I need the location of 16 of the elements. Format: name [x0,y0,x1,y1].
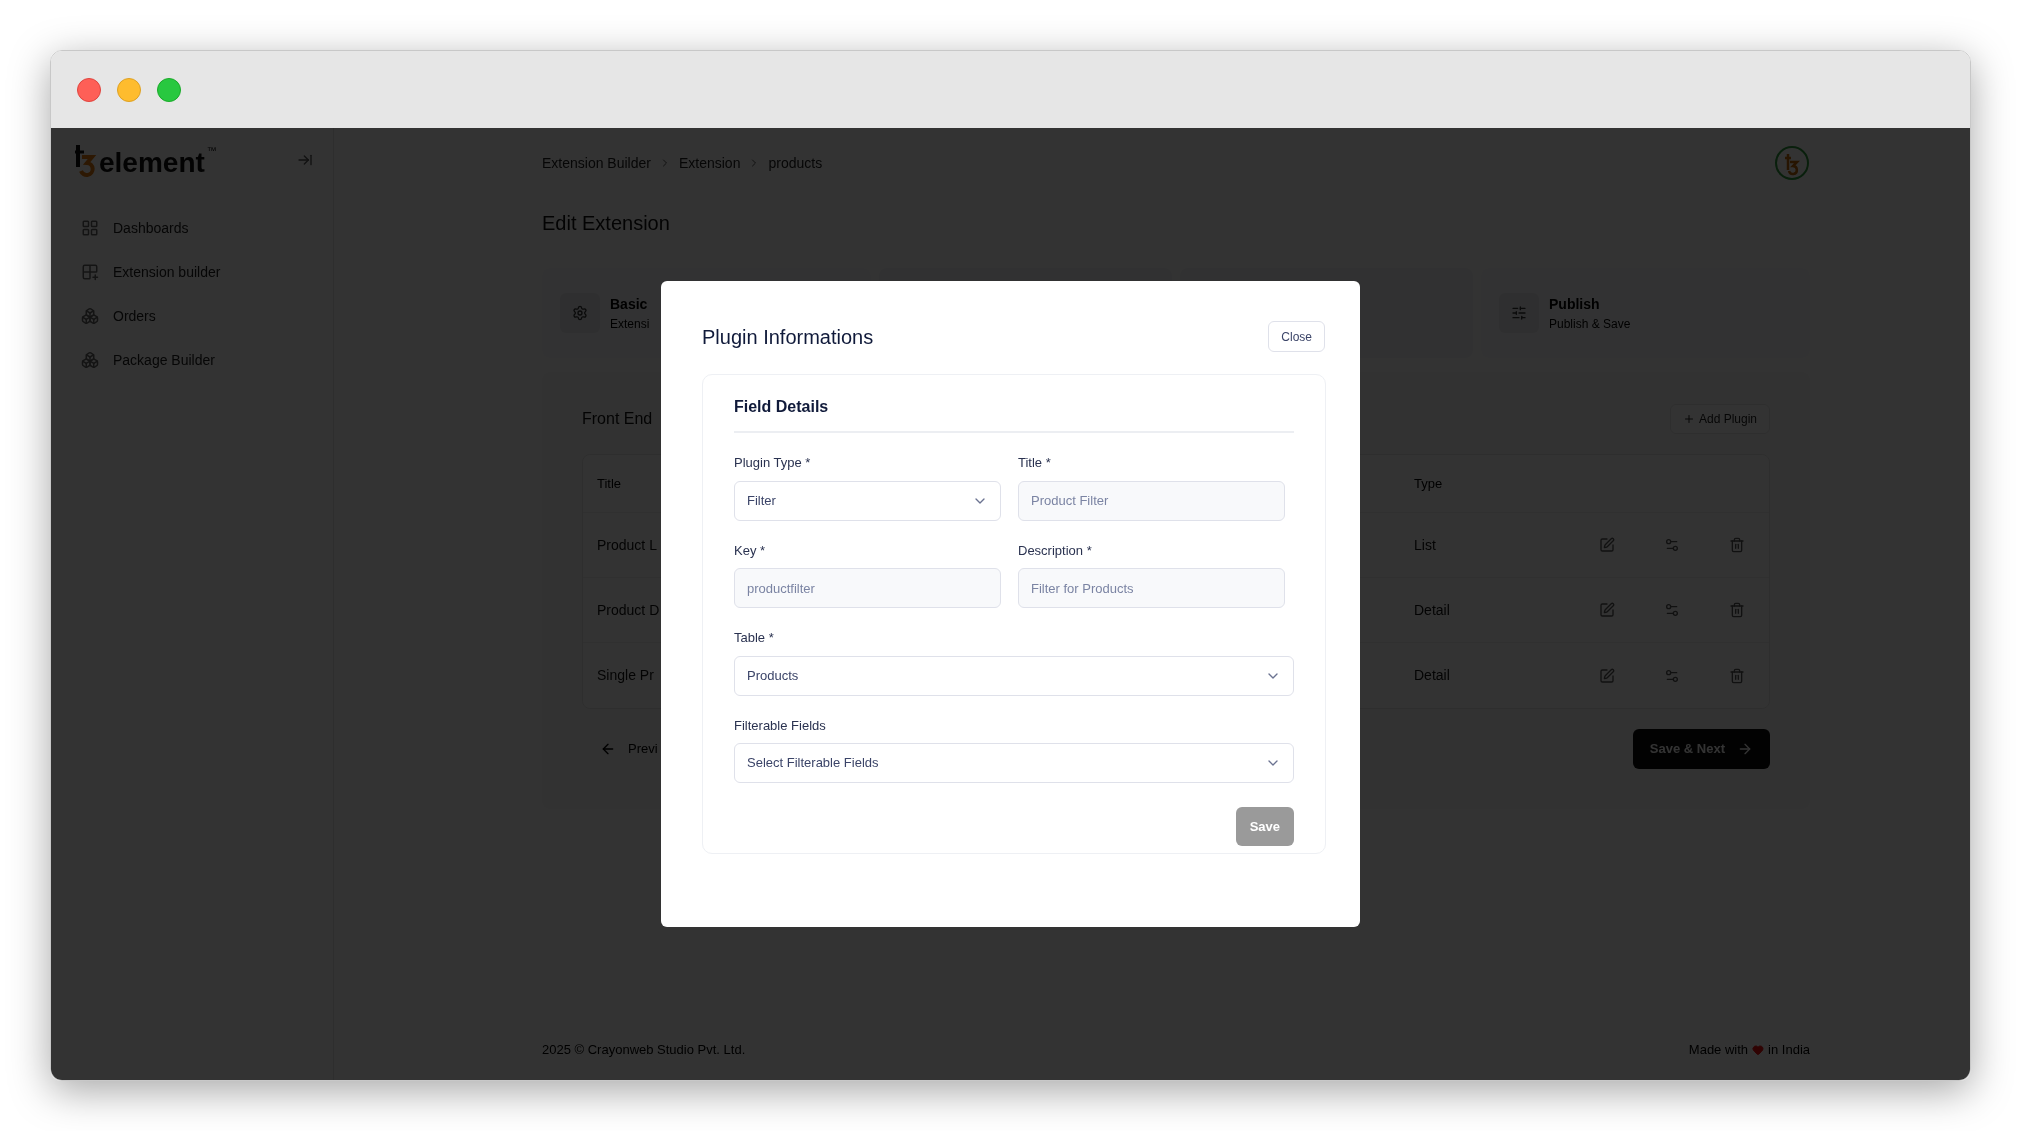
select-field[interactable]: Products [734,655,1294,696]
dialog-title: Plugin Informations [702,324,874,350]
field-label: Title * [1018,454,1052,472]
field-label: Table * [734,629,775,647]
field-label: Key * [734,541,767,560]
trademark-sign: ™ [206,144,217,158]
close-button[interactable]: Close [1268,321,1325,352]
field-label: Description * [1018,541,1093,560]
select-field[interactable]: Filter [734,480,1001,521]
field-label: Filterable Fields [734,716,827,735]
card-title: Field Details [734,395,1294,433]
close-window-button[interactable] [77,77,101,102]
select-field[interactable]: Select Filterable Fields [734,743,1294,783]
minimize-window-button[interactable] [117,77,141,102]
zoom-window-button[interactable] [157,77,181,102]
field-label: Plugin Type * [734,454,812,472]
